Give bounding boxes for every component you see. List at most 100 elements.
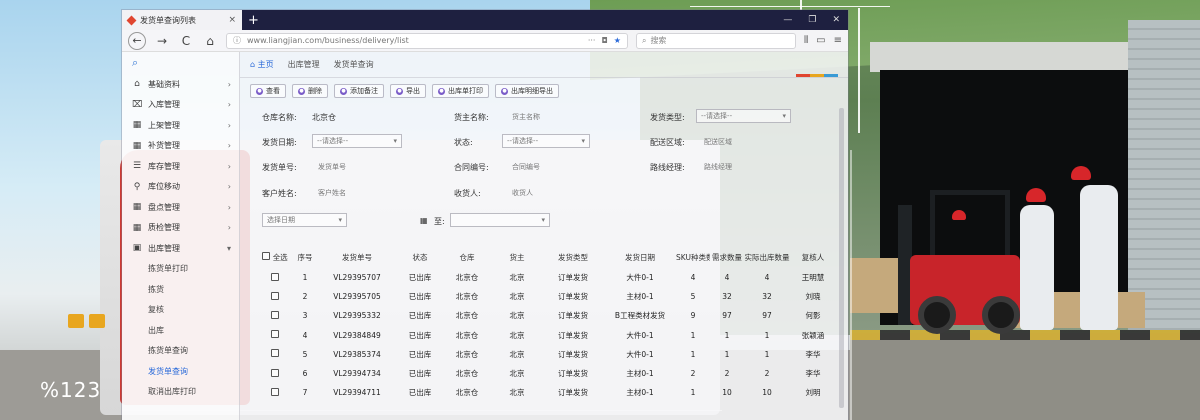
sidebar-subitem[interactable]: 出库 bbox=[122, 320, 239, 341]
row-checkbox[interactable] bbox=[271, 387, 279, 396]
table-cell: VL29394734 bbox=[333, 369, 381, 379]
row-checkbox[interactable] bbox=[271, 368, 279, 377]
column-header[interactable]: 实际出库数量 bbox=[744, 252, 790, 263]
table-row[interactable]: 5 VL29385374 已出库 北京仓 北京 订单发货 大件0-1 1 1 1 李华 bbox=[256, 345, 836, 364]
table-row[interactable]: 4 VL29384849 已出库 北京仓 北京 订单发货 大件0-1 1 1 1 张颖涵 bbox=[256, 326, 836, 345]
region-input[interactable]: 配送区域 bbox=[704, 137, 732, 147]
row-checkbox[interactable] bbox=[271, 272, 279, 281]
warehouse-value[interactable]: 北京仓 bbox=[312, 112, 336, 123]
route-input[interactable]: 路线经理 bbox=[704, 162, 732, 172]
sidebar-item-label: 库位移动 bbox=[148, 182, 180, 192]
column-header[interactable]: 发货日期 bbox=[604, 252, 676, 263]
table-cell: 北京仓 bbox=[455, 273, 479, 283]
column-header[interactable]: 序号 bbox=[294, 252, 316, 263]
column-header[interactable]: 发货类型 bbox=[542, 252, 604, 263]
breadcrumb-home[interactable]: ⌂ 主页 bbox=[250, 59, 274, 70]
column-header[interactable]: 仓库 bbox=[442, 252, 492, 263]
reload-button[interactable]: C bbox=[178, 34, 194, 48]
address-bar[interactable]: ⓘ www.liangjian.com/business/delivery/li… bbox=[226, 32, 628, 49]
contract-input[interactable]: 合同编号 bbox=[512, 162, 540, 172]
ship-type-value: --请选择-- bbox=[701, 112, 733, 120]
sidebar-item[interactable]: ▦ 上架管理 › bbox=[122, 115, 239, 136]
to-date-picker[interactable]: ▾ bbox=[450, 213, 550, 227]
home-button[interactable]: ⌂ bbox=[202, 34, 218, 48]
new-tab-button[interactable]: + bbox=[248, 13, 259, 28]
search-box[interactable]: ⌕ 搜索 bbox=[635, 32, 796, 49]
sidebar-item[interactable]: ⌂ 基础资料 › bbox=[122, 74, 239, 95]
sidebar-item[interactable]: ▦ 质检管理 › bbox=[122, 218, 239, 239]
sidebar-item[interactable]: ▦ 盘点管理 › bbox=[122, 197, 239, 218]
maximize-button[interactable]: ❐ bbox=[808, 15, 816, 25]
tab-close-icon[interactable]: × bbox=[228, 15, 236, 25]
table-cell: 2 bbox=[690, 369, 696, 379]
customer-input[interactable]: 客户姓名 bbox=[318, 188, 346, 198]
view-button[interactable]: ● 查看 bbox=[250, 84, 286, 98]
sidebar-item[interactable]: ⚲ 库位移动 › bbox=[122, 177, 239, 198]
row-checkbox-cell bbox=[256, 310, 294, 321]
column-header[interactable]: 需求数量 bbox=[710, 252, 744, 263]
from-date-picker[interactable]: 选择日期 ▾ bbox=[262, 213, 347, 227]
column-header[interactable]: 货主 bbox=[492, 252, 542, 263]
status-label: 状态: bbox=[454, 138, 473, 147]
table-cell: 已出库 bbox=[408, 273, 432, 283]
table-row[interactable]: 2 VL29395705 已出库 北京仓 北京 订单发货 主材0-1 5 32 32 刘晓 bbox=[256, 287, 836, 306]
pocket-icon[interactable]: ◘ bbox=[601, 36, 607, 45]
delete-button[interactable]: ● 删除 bbox=[292, 84, 328, 98]
table-row[interactable]: 7 VL29394711 已出库 北京仓 北京 订单发货 主材0-1 1 10 10 刘明 bbox=[256, 383, 836, 402]
table-row[interactable]: 1 VL29395707 已出库 北京仓 北京 订单发货 大件0-1 4 4 4 王明慧 bbox=[256, 268, 836, 287]
scrollbar[interactable] bbox=[839, 108, 844, 408]
owner-input[interactable]: 货主名称 bbox=[512, 112, 540, 122]
column-header[interactable]: 发货单号 bbox=[316, 252, 398, 263]
sidebar-icon[interactable]: ▭ bbox=[816, 35, 825, 46]
dock-edge bbox=[850, 330, 1200, 340]
close-window-button[interactable]: ✕ bbox=[832, 15, 840, 25]
column-header[interactable]: 复核人 bbox=[790, 252, 836, 263]
column-header[interactable]: 状态 bbox=[398, 252, 442, 263]
status-value: --请选择-- bbox=[507, 137, 539, 145]
sidebar-item[interactable]: ⌧ 入库管理 › bbox=[122, 95, 239, 116]
library-icon[interactable]: ⫴ bbox=[804, 35, 808, 46]
sidebar-subitem[interactable]: 拣货 bbox=[122, 279, 239, 300]
calendar-icon[interactable]: ▦ bbox=[420, 216, 428, 225]
forward-button[interactable]: → bbox=[154, 34, 170, 48]
select-all-checkbox[interactable] bbox=[262, 251, 271, 260]
browser-tab[interactable]: 发货单查询列表 × bbox=[122, 10, 242, 30]
action-toolbar: ● 查看 ● 删除 ● 添加备注 ● 导出 ● 出库单打印 ● 出库明细导出 bbox=[240, 78, 848, 104]
back-button[interactable]: ← bbox=[128, 31, 146, 50]
ship-date-select[interactable]: --请选择-- ▾ bbox=[312, 134, 402, 148]
export-button[interactable]: ● 导出 bbox=[390, 84, 426, 98]
column-header[interactable]: SKU种类数 bbox=[676, 252, 710, 263]
print-outbound-button[interactable]: ● 出库单打印 bbox=[432, 84, 489, 98]
sidebar-search-icon[interactable]: ⌕ bbox=[122, 56, 239, 74]
row-checkbox[interactable] bbox=[271, 310, 279, 319]
column-header[interactable]: 全选 bbox=[256, 251, 294, 263]
sidebar-subitem[interactable]: 发货单查询 bbox=[122, 361, 239, 382]
table-row[interactable]: 6 VL29394734 已出库 北京仓 北京 订单发货 主材0-1 2 2 2 李华 bbox=[256, 364, 836, 383]
ship-no-label: 发货单号: bbox=[262, 163, 297, 172]
sidebar-item[interactable]: ☰ 库存管理 › bbox=[122, 156, 239, 177]
ship-type-select[interactable]: --请选择-- ▾ bbox=[696, 109, 791, 123]
helmet bbox=[1071, 166, 1091, 180]
table-cell: 4 bbox=[724, 273, 730, 283]
sidebar-subitem[interactable]: 复核 bbox=[122, 300, 239, 321]
add-remark-button[interactable]: ● 添加备注 bbox=[334, 84, 384, 98]
menu-icon[interactable]: ≡ bbox=[834, 35, 842, 46]
receiver-input[interactable]: 收货人 bbox=[512, 188, 533, 198]
bookmark-star-icon[interactable]: ★ bbox=[614, 36, 621, 45]
sidebar-subitem[interactable]: 取消出库打印 bbox=[122, 382, 239, 403]
status-select[interactable]: --请选择-- ▾ bbox=[502, 134, 590, 148]
breadcrumb-item[interactable]: 发货单查询 bbox=[334, 59, 374, 70]
sidebar-item[interactable]: ▦ 补货管理 › bbox=[122, 136, 239, 157]
row-checkbox[interactable] bbox=[271, 330, 279, 339]
sidebar-subitem[interactable]: 拣货单查询 bbox=[122, 341, 239, 362]
breadcrumb-item[interactable]: 出库管理 bbox=[288, 59, 320, 70]
row-checkbox[interactable] bbox=[271, 291, 279, 300]
minimize-button[interactable]: — bbox=[783, 15, 792, 25]
row-checkbox[interactable] bbox=[271, 349, 279, 358]
table-row[interactable]: 3 VL29395332 已出库 北京仓 北京 订单发货 B工程类材发货 9 97 97 何影 bbox=[256, 306, 836, 325]
more-icon[interactable]: ··· bbox=[588, 36, 596, 45]
sidebar-item[interactable]: ▣ 出库管理 ▾ bbox=[122, 238, 239, 259]
sidebar-subitem[interactable]: 拣货单打印 bbox=[122, 259, 239, 280]
ship-no-input[interactable]: 发货单号 bbox=[318, 162, 346, 172]
export-detail-button[interactable]: ● 出库明细导出 bbox=[495, 84, 559, 98]
